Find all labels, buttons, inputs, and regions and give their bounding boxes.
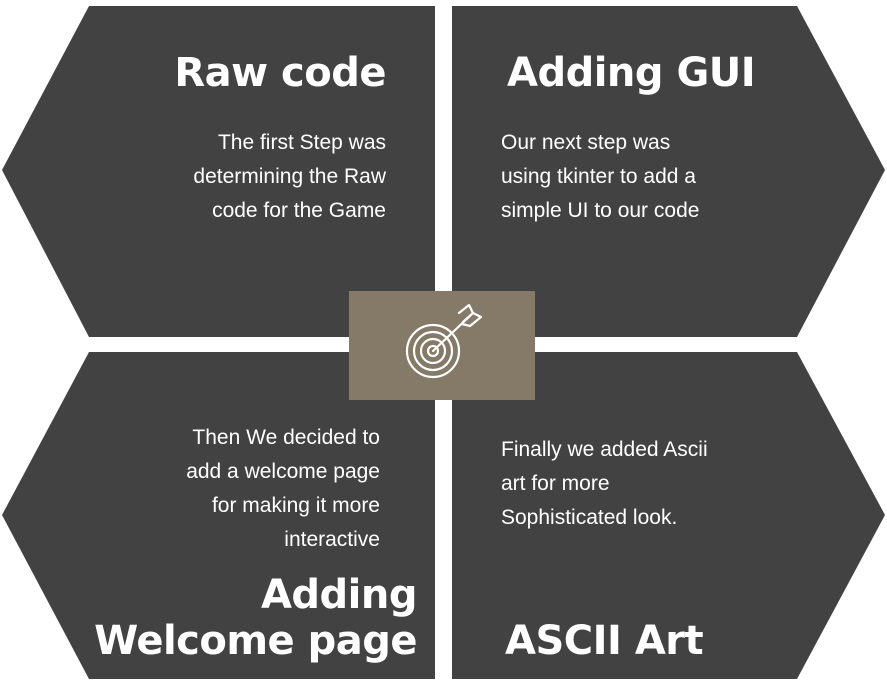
quadrant-welcome-page: Then We decided to add a welcome page fo… — [0, 352, 435, 681]
quadrant-raw-code: Raw code The first Step was determining … — [0, 0, 435, 337]
description-line: interactive — [284, 528, 380, 551]
title-line: Adding — [260, 572, 418, 618]
target-arrow-icon — [405, 303, 483, 379]
quadrant-description: Then We decided to add a welcome page fo… — [186, 421, 380, 557]
description-line: simple UI to our code — [501, 199, 700, 222]
description-line: art for more — [501, 472, 610, 495]
description-line: Our next step was — [501, 131, 671, 154]
description-line: determining the Raw — [193, 165, 386, 188]
description-line: The first Step was — [217, 131, 386, 154]
process-diagram: Raw code The first Step was determining … — [0, 0, 887, 681]
description-line: Then We decided to — [192, 426, 380, 449]
quadrant-description: The first Step was determining the Raw c… — [193, 126, 386, 228]
description-line: using tkinter to add a — [501, 165, 696, 188]
description-line: Finally we added Ascii — [501, 438, 708, 461]
quadrant-title: Adding Welcome page — [94, 572, 417, 664]
quadrant-description: Finally we added Ascii art for more Soph… — [501, 433, 708, 535]
quadrant-ascii-art: Finally we added Ascii art for more Soph… — [452, 352, 887, 681]
description-line: for making it more — [211, 494, 380, 517]
quadrant-title: Adding GUI — [507, 50, 756, 96]
description-line: add a welcome page — [186, 460, 380, 483]
description-line: code for the Game — [212, 199, 386, 222]
title-line: Welcome page — [94, 618, 417, 664]
quadrant-title: ASCII Art — [505, 618, 704, 664]
center-icon-box — [349, 291, 535, 400]
quadrant-title: Raw code — [174, 50, 386, 96]
quadrant-adding-gui: Adding GUI Our next step was using tkint… — [452, 0, 887, 337]
description-line: Sophisticated look. — [501, 506, 678, 529]
quadrant-description: Our next step was using tkinter to add a… — [501, 126, 699, 228]
